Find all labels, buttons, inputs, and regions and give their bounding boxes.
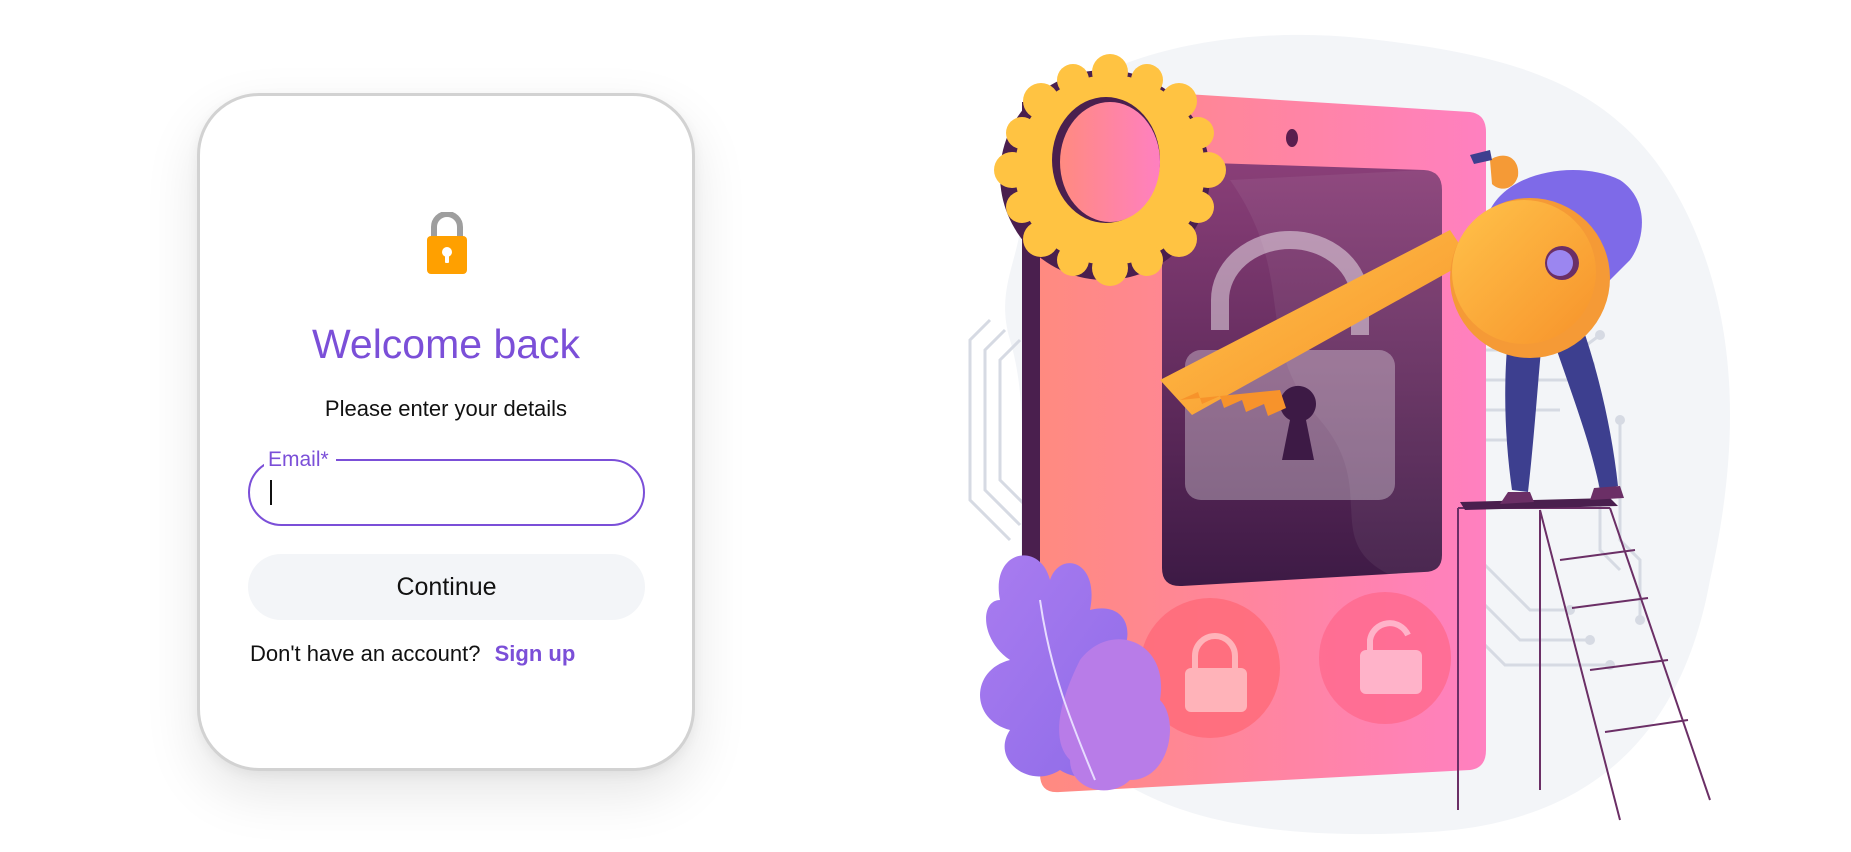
signup-row: Don't have an account? Sign up — [250, 643, 575, 665]
continue-button[interactable]: Continue — [248, 554, 645, 620]
signup-link[interactable]: Sign up — [495, 641, 576, 666]
email-label: Email* — [264, 446, 336, 474]
page-subtitle: Please enter your details — [324, 396, 568, 421]
signup-prompt: Don't have an account? — [250, 641, 481, 666]
phone-camera — [1286, 129, 1298, 147]
gear-icon — [994, 54, 1226, 286]
email-input[interactable] — [268, 473, 628, 513]
padlock-icon — [427, 212, 467, 274]
login-card: Welcome back Please enter your details E… — [197, 93, 695, 771]
page-title: Welcome back — [311, 321, 581, 367]
login-page: Welcome back Please enter your details E… — [0, 0, 1851, 852]
text-cursor — [270, 480, 272, 505]
email-field[interactable]: Email* — [248, 446, 645, 526]
phone-lock-illustration — [930, 20, 1760, 840]
